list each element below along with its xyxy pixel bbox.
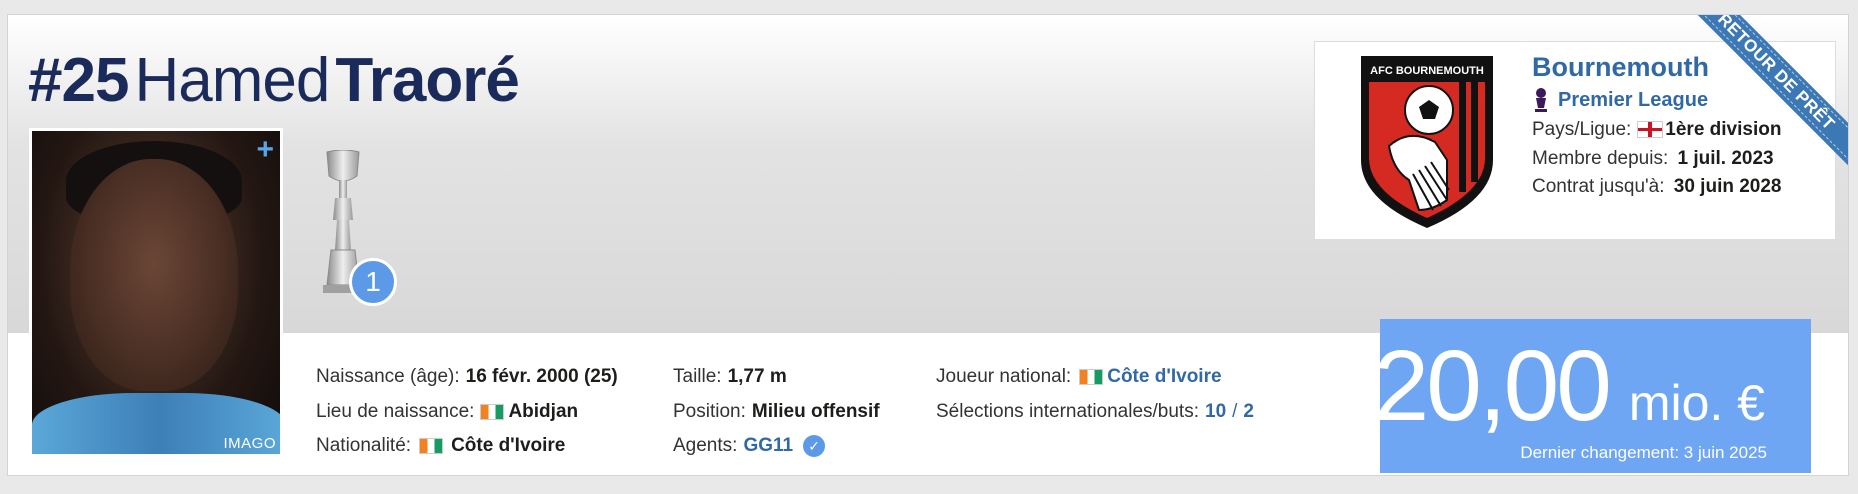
premier-league-icon [1535,88,1547,112]
check-icon: ✓ [803,435,826,458]
photo-face [70,159,238,391]
joined-label: Membre depuis: [1532,147,1669,169]
ivory-coast-flag-icon [480,403,505,420]
photo-credit: IMAGO [223,435,276,452]
birthplace-row: Lieu de naissance: Abidjan [316,395,618,430]
player-photo[interactable]: + IMAGO [29,128,283,457]
agents-row: Agents: GG11 ✓ [673,429,880,464]
height-value: 1,77 m [727,366,787,387]
position-label: Position: [673,400,746,422]
market-value-box[interactable]: 20,00 mio. € Dernier changement: 3 juin 2… [1374,319,1811,473]
birthplace-label: Lieu de naissance: [316,400,475,422]
country-league-row: Pays/Ligue: 1ère division [1532,116,1782,145]
details-column-2: Taille: 1,77 m Position: Milieu offensif… [673,360,880,464]
club-name-link[interactable]: Bournemouth [1532,52,1709,83]
club-logo-icon[interactable]: AFC BOURNEMOUTH [1353,50,1501,232]
england-flag-icon [1637,121,1664,139]
agents-label: Agents: [673,435,738,456]
player-header-card: RETOUR DE PRÊT #25HamedTraoré + IMAGO 1 [7,14,1849,476]
goals-link[interactable]: 2 [1243,395,1254,430]
market-value-unit: mio. € [1628,375,1765,431]
nationality-value: Côte d'Ivoire [451,435,566,456]
birth-row: Naissance (âge): 16 févr. 2000 (25) [316,360,618,395]
nationality-row: Nationalité: Côte d'Ivoire [316,429,618,464]
league-name: Premier League [1558,88,1709,111]
contract-row: Contrat jusqu'à: 30 juin 2028 [1532,173,1782,202]
club-details: Pays/Ligue: 1ère division Membre depuis: … [1532,116,1782,202]
player-last-name: Traoré [335,46,520,115]
position-row: Position: Milieu offensif [673,395,880,430]
caps-goals-label: Sélections internationales/buts: [936,400,1199,422]
position-value: Milieu offensif [751,400,880,422]
height-label: Taille: [673,366,722,387]
page-title: #25HamedTraoré [28,45,520,116]
add-photo-icon[interactable]: + [256,133,274,167]
market-value-amount: 20,00 [1373,330,1612,442]
nationality-label: Nationalité: [316,435,412,456]
joined-row: Membre depuis: 1 juil. 2023 [1532,145,1782,174]
ivory-coast-flag-icon [419,438,444,455]
league-tier[interactable]: 1ère division [1665,119,1781,140]
national-player-label: Joueur national: [936,366,1072,387]
birth-value: 16 févr. 2000 (25) [465,366,618,387]
national-player-row: Joueur national: Côte d'Ivoire [936,360,1254,395]
joined-value: 1 juil. 2023 [1677,147,1774,169]
country-league-label: Pays/Ligue: [1532,119,1632,140]
market-value: 20,00 mio. € [1374,329,1765,444]
height-row: Taille: 1,77 m [673,360,880,395]
details-column-3: Joueur national: Côte d'Ivoire Sélection… [936,360,1254,429]
caps-goals-separator: / [1232,400,1238,422]
birthplace-value: Abidjan [508,400,579,422]
club-logo-text: AFC BOURNEMOUTH [1370,65,1484,77]
caps-link[interactable]: 10 [1205,395,1226,430]
contract-value: 30 juin 2028 [1673,176,1782,197]
trophy-cabinet[interactable]: 1 [313,149,403,315]
birth-label: Naissance (âge): [316,366,460,387]
trophy-count-badge: 1 [349,258,397,306]
national-team-link[interactable]: Côte d'Ivoire [1107,360,1221,395]
contract-label: Contrat jusqu'à: [1532,176,1665,197]
agent-link[interactable]: GG11 [743,429,793,464]
ivory-coast-flag-icon [1079,369,1104,386]
player-first-name: Hamed [134,46,330,115]
details-column-1: Naissance (âge): 16 févr. 2000 (25) Lieu… [316,360,618,464]
league-link[interactable]: Premier League [1532,86,1708,114]
market-value-last-change: Dernier changement: 3 juin 2025 [1520,443,1767,462]
caps-goals-row: Sélections internationales/buts: 10 / 2 [936,395,1254,430]
shirt-number: #25 [28,46,129,115]
